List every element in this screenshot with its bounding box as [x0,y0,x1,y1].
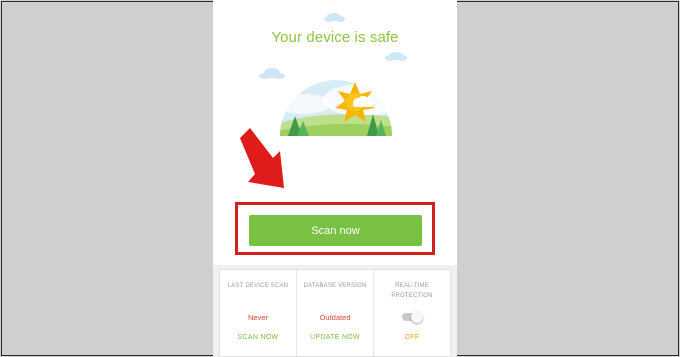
status-summary-card: LAST DEVICE SCAN Never SCAN NOW DATABASE… [219,269,451,357]
real-time-protection-column: REAL-TIME PROTECTION OFF [374,270,450,356]
cloud-icon [259,68,285,79]
scan-button-highlight [235,202,435,255]
database-version-value: Outdated [319,313,351,322]
protection-off-status: OFF [404,334,420,341]
landscape-scene [280,80,392,136]
database-version-label: DATABASE VERSION [303,283,367,289]
last-scan-column: LAST DEVICE SCAN Never SCAN NOW [220,270,297,356]
cloud-icon [324,13,345,22]
last-scan-value: Never [247,313,268,322]
cloud-icon [385,52,407,61]
real-time-protection-toggle[interactable] [402,311,423,323]
update-now-link[interactable]: UPDATE NOW [297,334,373,341]
device-status-title: Your device is safe [271,29,399,46]
real-time-protection-label: REAL-TIME PROTECTION [391,283,433,299]
database-version-column: DATABASE VERSION Outdated UPDATE NOW [297,270,374,356]
last-scan-label: LAST DEVICE SCAN [227,283,289,289]
scan-now-link[interactable]: SCAN NOW [220,334,296,341]
red-arrow-icon [240,128,284,188]
toggle-knob [411,311,423,323]
